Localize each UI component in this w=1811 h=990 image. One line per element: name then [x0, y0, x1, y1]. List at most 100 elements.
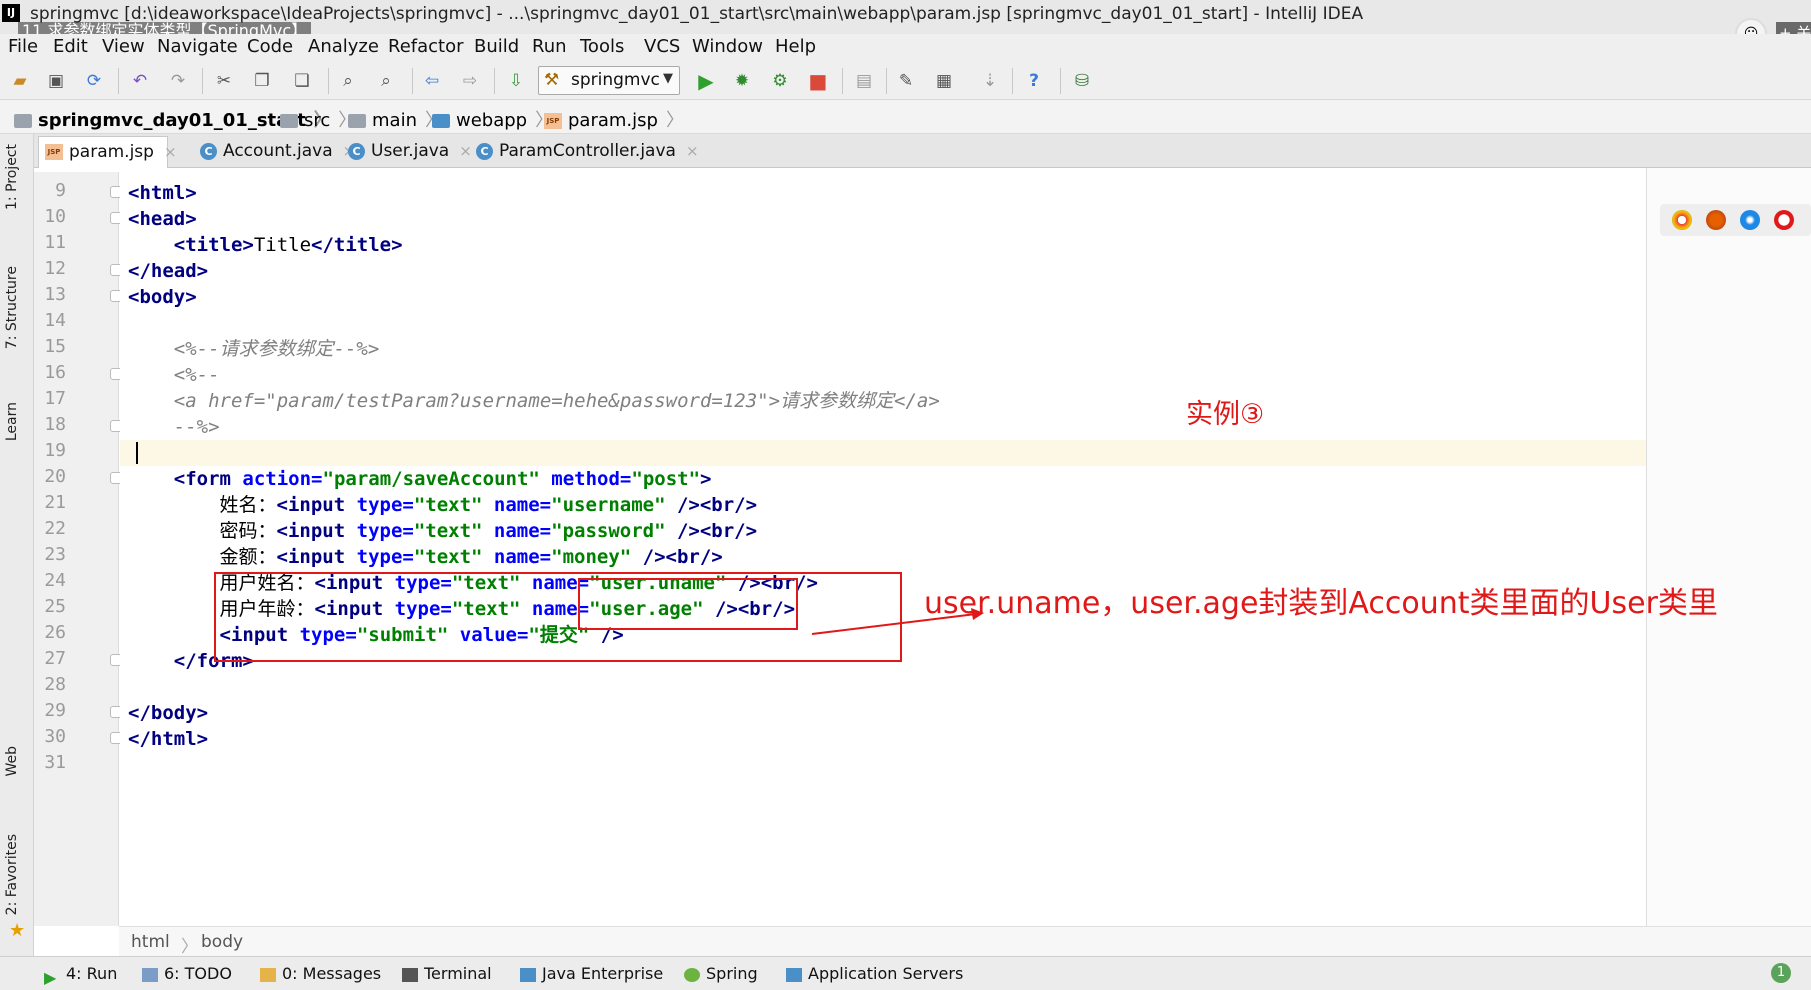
menu-window[interactable]: Window [692, 36, 763, 57]
tool-tab-spring[interactable]: Spring [684, 964, 758, 983]
replace-icon[interactable]: ⌕ [374, 70, 398, 92]
tool-tab-web[interactable]: Web [4, 746, 30, 777]
breadcrumb-main[interactable]: main〉 [348, 106, 443, 131]
tool-tab-terminal[interactable]: Terminal [402, 964, 492, 983]
menu-build[interactable]: Build [474, 36, 519, 57]
find-icon[interactable]: ⌕ [336, 70, 360, 92]
breadcrumb-body[interactable]: body [201, 932, 243, 952]
menu-run[interactable]: Run [532, 36, 567, 57]
help-icon[interactable]: ? [1022, 70, 1046, 92]
project-structure-icon[interactable]: ▦ [932, 70, 956, 92]
toolbar-separator [118, 68, 119, 94]
toolbar-separator [1012, 68, 1013, 94]
firefox-icon[interactable] [1706, 210, 1726, 230]
spring-config-icon: ⚒ [544, 70, 560, 90]
code-line: <%--请求参数绑定--%> [173, 338, 380, 360]
safari-icon[interactable] [1740, 210, 1760, 230]
open-folder-icon[interactable]: ▰ [8, 70, 32, 92]
class-icon: C [348, 142, 365, 160]
toolbar-separator [1060, 68, 1061, 94]
save-icon[interactable]: ▣ [44, 70, 68, 92]
tool-tab-java-enterprise[interactable]: Java Enterprise [520, 964, 663, 983]
breadcrumb-label: src [304, 110, 331, 131]
sdk-icon[interactable]: ⇣ [978, 70, 1002, 92]
code-line: <%-- [173, 364, 220, 386]
paste-icon[interactable]: ❏ [290, 70, 314, 92]
annotation-box-name-attrs [578, 578, 798, 630]
menu-file[interactable]: File [8, 36, 38, 57]
breadcrumb-label: param.jsp [568, 110, 658, 131]
redo-icon[interactable]: ↷ [166, 70, 190, 92]
forward-icon[interactable]: ⇨ [458, 70, 482, 92]
menu-refactor[interactable]: Refactor [388, 36, 464, 57]
cut-icon[interactable]: ✂ [212, 70, 236, 92]
folder-icon [280, 114, 298, 128]
tool-tab-project[interactable]: 1: Project [4, 144, 30, 210]
tool-tab-favorites[interactable]: 2: Favorites [4, 834, 30, 915]
debug-icon[interactable]: ✹ [730, 70, 754, 92]
class-icon: C [200, 142, 217, 160]
jsp-file-icon: JSP [544, 113, 562, 129]
line-number: 16 [44, 362, 66, 383]
menu-navigate[interactable]: Navigate [157, 36, 238, 57]
tab-user-java[interactable]: C User.java × [342, 136, 472, 168]
run-icon[interactable]: ▶ [694, 70, 718, 92]
menu-bar: File Edit View Navigate Code Analyze Ref… [0, 34, 1811, 60]
menu-vcs[interactable]: VCS [644, 36, 680, 57]
chrome-icon[interactable] [1672, 210, 1692, 230]
run-configuration-select[interactable]: ⚒ springmvc ▼ [538, 66, 680, 95]
event-log-badge[interactable]: 1 [1771, 963, 1791, 983]
line-number: 19 [44, 440, 66, 461]
tab-account-java[interactable]: CAccount.java× [194, 136, 355, 168]
code-line: <form action="param/saveAccount" method=… [173, 468, 712, 490]
tool-tab-structure[interactable]: 7: Structure [4, 266, 30, 349]
tab-param-jsp[interactable]: JSP param.jsp × [38, 136, 177, 168]
messages-icon [260, 967, 276, 982]
database-icon[interactable]: ⛁ [1070, 70, 1094, 92]
close-icon[interactable]: × [164, 143, 177, 161]
sync-icon[interactable]: ⟳ [82, 70, 106, 92]
build-project-icon[interactable]: ⇩ [504, 70, 528, 92]
tool-tab-label: Application Servers [808, 964, 964, 983]
bottom-tool-bar: ▶ 4: Run 6: TODO 0: Messages Terminal Jav… [0, 956, 1811, 990]
tool-tab-application-servers[interactable]: Application Servers [786, 964, 963, 983]
menu-edit[interactable]: Edit [53, 36, 88, 57]
toolbar-separator [842, 68, 843, 94]
breadcrumb-webapp[interactable]: webapp〉 [432, 106, 553, 131]
opera-icon[interactable] [1774, 210, 1794, 230]
code-line: <body> [128, 286, 197, 308]
stop-icon[interactable]: ■ [806, 70, 830, 92]
annotation-arrow [811, 608, 984, 635]
tool-tab-todo[interactable]: 6: TODO [142, 964, 232, 983]
menu-tools[interactable]: Tools [580, 36, 624, 57]
menu-code[interactable]: Code [247, 36, 293, 57]
undo-icon[interactable]: ↶ [128, 70, 152, 92]
line-number: 28 [44, 674, 66, 695]
menu-view[interactable]: View [102, 36, 145, 57]
breadcrumb-label: webapp [456, 110, 528, 131]
application-servers-icon [786, 967, 802, 982]
text-caret [136, 442, 138, 464]
close-icon[interactable]: × [686, 142, 699, 160]
tool-tab-run[interactable]: ▶ 4: Run [44, 964, 117, 987]
navigation-bar: springmvc_day01_01_start 〉 src〉 main〉 web… [0, 100, 1811, 134]
menu-help[interactable]: Help [775, 36, 816, 57]
line-number: 17 [44, 388, 66, 409]
tool-tab-learn[interactable]: Learn [4, 402, 30, 441]
editor-tab-bar: JSP param.jsp × C Account.java × C User.java ×… [34, 134, 1811, 168]
run-configuration-label: springmvc [571, 70, 660, 90]
vcs-update-icon[interactable]: ▤ [852, 70, 876, 92]
coverage-icon[interactable]: ⚙ [768, 70, 792, 92]
tab-paramcontroller-java[interactable]: C ParamController.java × [470, 136, 699, 168]
breadcrumb-file[interactable]: JSP param.jsp 〉 [544, 106, 684, 131]
code-editor[interactable]: <html> <head> <title>Title</title> </hea… [120, 172, 1646, 926]
settings-icon[interactable]: ✎ [894, 70, 918, 92]
breadcrumb-html[interactable]: html [131, 932, 170, 952]
breadcrumb-src[interactable]: src〉 [280, 106, 356, 131]
line-number: 13 [44, 284, 66, 305]
copy-icon[interactable]: ❐ [250, 70, 274, 92]
menu-analyze[interactable]: Analyze [308, 36, 379, 57]
tool-tab-messages[interactable]: 0: Messages [260, 964, 381, 983]
back-icon[interactable]: ⇦ [420, 70, 444, 92]
code-line: 密码：<input type="text" name="password" />… [219, 520, 758, 542]
